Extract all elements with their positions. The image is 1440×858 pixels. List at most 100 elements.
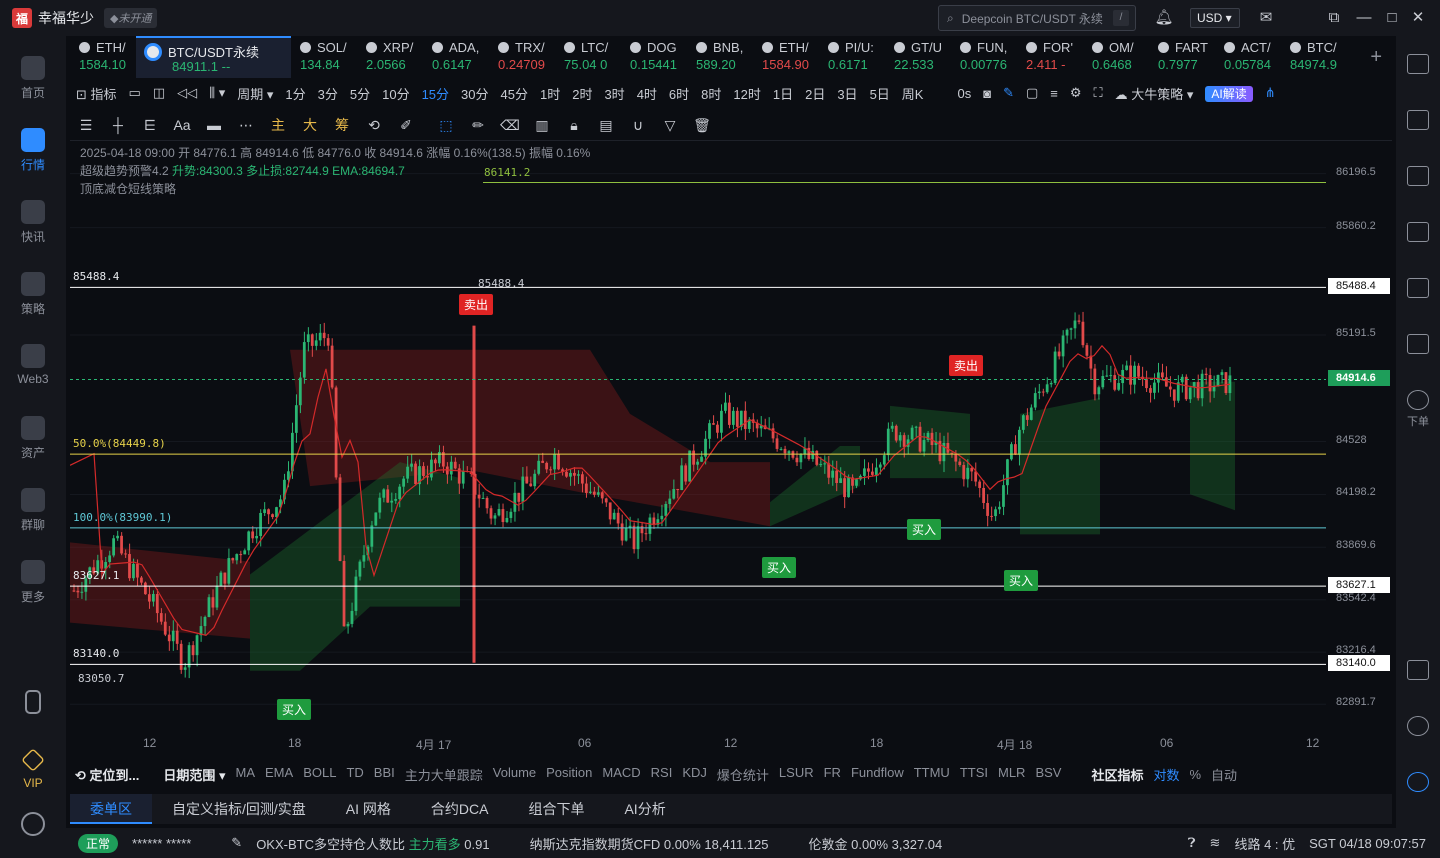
indicator-option[interactable]: TTMU (909, 765, 955, 784)
candle-body[interactable] (815, 450, 819, 465)
candle-body[interactable] (1117, 383, 1121, 390)
buy-signal[interactable]: 买入 (762, 557, 797, 579)
candle-body[interactable] (1157, 372, 1160, 383)
candle-body[interactable] (580, 474, 584, 484)
sell-signal[interactable]: 卖出 (949, 355, 984, 377)
candle-body[interactable] (247, 531, 251, 551)
ticker-tab[interactable]: FOR' 2.411 - (1017, 36, 1083, 78)
candle-body[interactable] (382, 489, 386, 498)
nav-web3[interactable]: Web3 (0, 344, 66, 404)
candle-body[interactable] (358, 561, 362, 577)
candle-body[interactable] (1168, 386, 1172, 390)
candle-body[interactable] (1073, 320, 1077, 329)
bottom-tab[interactable]: AI 网格 (326, 794, 411, 824)
candle-body[interactable] (1125, 365, 1129, 370)
grid-edit-icon[interactable]: ⟲ (358, 117, 390, 134)
candle-body[interactable] (461, 471, 465, 484)
candle-body[interactable] (1208, 375, 1212, 392)
candle-body[interactable] (902, 435, 906, 447)
ticker-tab[interactable]: BNB, 589.20 (687, 36, 753, 78)
candle-body[interactable] (874, 467, 878, 475)
candle-body[interactable] (680, 465, 684, 491)
candle-body[interactable] (76, 590, 80, 593)
nav-vip[interactable]: VIP (0, 748, 66, 808)
candle-body[interactable] (163, 621, 167, 635)
buy-signal[interactable]: 买入 (1004, 570, 1039, 592)
candle-body[interactable] (251, 531, 255, 539)
pen-icon[interactable]: ✎ (997, 85, 1020, 101)
period-option[interactable]: 2日 (799, 84, 831, 103)
candle-body[interactable] (592, 491, 596, 495)
candle-body[interactable] (191, 645, 195, 656)
trash-icon[interactable]: 🗑︎ (686, 117, 718, 134)
candle-body[interactable] (132, 563, 135, 579)
period-option[interactable]: 1日 (767, 84, 799, 103)
candle-body[interactable] (672, 489, 676, 499)
candle-body[interactable] (839, 478, 842, 483)
ai-button[interactable]: AI解读 (1199, 85, 1258, 102)
candle-body[interactable] (731, 410, 735, 425)
candle-body[interactable] (231, 558, 235, 561)
candle-body[interactable] (779, 448, 783, 450)
candle-body[interactable] (712, 423, 715, 425)
period-option[interactable]: 3日 (831, 84, 863, 103)
candle-body[interactable] (930, 432, 934, 446)
candle-body[interactable] (485, 497, 489, 509)
candle-body[interactable] (533, 473, 537, 487)
calendar-icon[interactable]: ▭ (123, 85, 147, 101)
log-toggle[interactable]: 对数 (1148, 765, 1184, 784)
candle-body[interactable] (1224, 372, 1228, 394)
period-option[interactable]: 3分 (312, 84, 344, 103)
candle-body[interactable] (1145, 379, 1148, 389)
ticker-item-okx[interactable]: OKX-BTC多空持仓人数比 主力看多 0.91 (256, 834, 489, 853)
add-tab-icon[interactable]: + (1370, 46, 1382, 69)
candle-body[interactable] (493, 515, 497, 519)
ticker-tab[interactable]: ACT/0.05784 (1215, 36, 1281, 78)
candle-body[interactable] (330, 345, 334, 388)
period-option[interactable]: 周K (896, 84, 930, 103)
candle-body[interactable] (922, 440, 926, 452)
period-option[interactable]: 10分 (376, 84, 415, 103)
candle-body[interactable] (422, 466, 425, 477)
candle-body[interactable] (978, 481, 982, 488)
candle-body[interactable] (1109, 375, 1113, 377)
ticker-tab[interactable]: FUN, 0.00776 (951, 36, 1017, 78)
line-quality[interactable]: 线路 4 : 优 (1234, 834, 1295, 853)
candle-body[interactable] (640, 526, 644, 534)
candle-body[interactable] (553, 453, 556, 470)
date-range-select[interactable]: 日期范围 ▾ (158, 765, 230, 784)
candle-body[interactable] (505, 517, 509, 523)
ticker-item-nasdaq[interactable]: 纳斯达克指数期货CFD 0.00% 18,411.125 (530, 834, 769, 853)
period-option[interactable]: 8时 (695, 84, 727, 103)
level-price-tag[interactable]: 83627.1 (1328, 577, 1390, 594)
maximize-icon[interactable]: □ (1382, 8, 1402, 28)
candle-body[interactable] (1149, 388, 1152, 393)
candle-body[interactable] (120, 535, 123, 554)
candle-body[interactable] (227, 558, 231, 584)
candle-body[interactable] (1002, 485, 1005, 507)
candle-body[interactable] (362, 555, 366, 562)
ticker-tab[interactable]: FART 0.7977 (1149, 36, 1215, 78)
nav-more[interactable]: 更多 (0, 560, 66, 620)
bottom-tab[interactable]: 自定义指标/回测/实盘 (152, 794, 326, 824)
candle-body[interactable] (783, 448, 787, 454)
phone-button[interactable] (0, 690, 66, 750)
candle-body[interactable] (644, 533, 648, 535)
candle-body[interactable] (1216, 374, 1220, 387)
candle-body[interactable] (1133, 365, 1136, 385)
indicator-option[interactable]: MLR (993, 765, 1030, 784)
candle-body[interactable] (108, 555, 112, 562)
candle-body[interactable] (573, 472, 576, 476)
candle-body[interactable] (211, 597, 215, 608)
indicator-option[interactable]: BSV (1030, 765, 1066, 784)
candle-body[interactable] (708, 423, 711, 439)
candle-body[interactable] (414, 463, 417, 485)
camera-icon[interactable]: ◙ (977, 86, 997, 101)
candle-body[interactable] (259, 512, 262, 536)
bottom-tab[interactable]: 组合下单 (508, 794, 604, 824)
candle-body[interactable] (910, 427, 914, 440)
candle-body[interactable] (314, 340, 318, 346)
candle-body[interactable] (668, 498, 672, 504)
candle-body[interactable] (600, 492, 604, 499)
indicator-option[interactable]: FR (819, 765, 846, 784)
